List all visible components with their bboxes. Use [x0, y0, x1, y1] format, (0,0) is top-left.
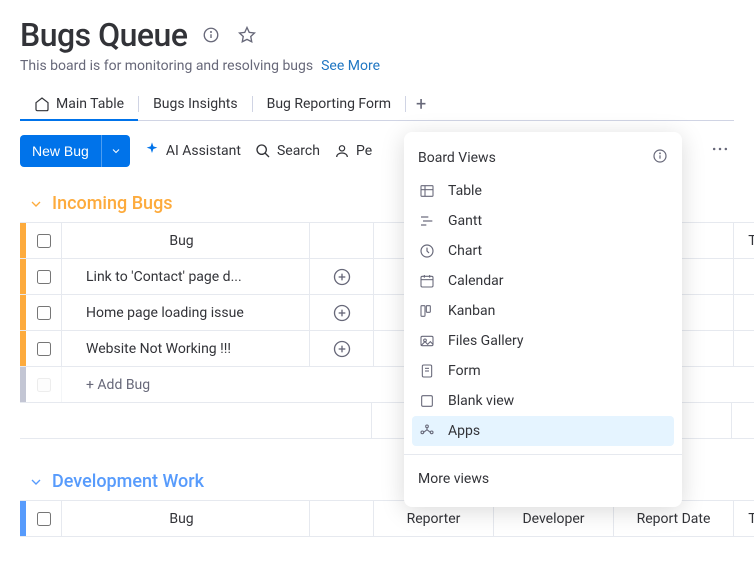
info-icon[interactable] [652, 148, 668, 168]
more-views-button[interactable]: More views [404, 463, 682, 495]
column-header-time[interactable]: Time [734, 501, 754, 536]
table-icon [418, 183, 436, 199]
chat-icon[interactable] [310, 259, 374, 294]
board-views-popover: Board Views Table Gantt Chart Calendar K… [404, 132, 682, 507]
files-icon [418, 333, 436, 349]
separator [404, 454, 682, 455]
gantt-icon [418, 213, 436, 229]
checkbox-all[interactable] [26, 501, 62, 536]
item-name-cell[interactable]: Website Not Working !!! [62, 331, 310, 366]
column-header-bug[interactable]: Bug [62, 501, 310, 536]
column-header-chat[interactable] [310, 223, 374, 258]
chat-icon[interactable] [310, 295, 374, 330]
person-filter-button[interactable]: Pe [334, 143, 372, 159]
info-icon[interactable] [199, 23, 223, 47]
more-options-button[interactable] [706, 135, 734, 167]
tab-bugs-insights[interactable]: Bugs Insights [139, 88, 252, 120]
chevron-down-icon [28, 474, 44, 490]
search-button[interactable]: Search [255, 143, 320, 159]
view-option-kanban[interactable]: Kanban [404, 296, 682, 326]
row-checkbox [26, 367, 62, 402]
chevron-down-icon [110, 145, 122, 157]
new-bug-button[interactable]: New Bug [20, 135, 101, 167]
chat-icon[interactable] [310, 331, 374, 366]
dots-horizontal-icon [710, 139, 730, 159]
view-option-form[interactable]: Form [404, 356, 682, 386]
row-checkbox[interactable] [26, 331, 62, 366]
view-option-apps[interactable]: Apps [412, 416, 674, 446]
view-option-blank-view[interactable]: Blank view [404, 386, 682, 416]
sparkle-icon [144, 141, 160, 161]
search-icon [255, 143, 271, 159]
item-name-cell[interactable]: Link to 'Contact' page d... [62, 259, 310, 294]
view-option-gantt[interactable]: Gantt [404, 206, 682, 236]
page-title: Bugs Queue [20, 16, 187, 54]
view-option-files-gallery[interactable]: Files Gallery [404, 326, 682, 356]
checkbox-all[interactable] [26, 223, 62, 258]
star-icon[interactable] [235, 23, 259, 47]
tab-bug-reporting-form[interactable]: Bug Reporting Form [253, 88, 405, 120]
row-checkbox[interactable] [26, 259, 62, 294]
blank-icon [418, 393, 436, 409]
new-bug-dropdown[interactable] [101, 135, 130, 167]
apps-icon [418, 423, 436, 439]
column-header-bug[interactable]: Bug [62, 223, 310, 258]
chevron-down-icon [28, 196, 44, 212]
see-more-link[interactable]: See More [321, 58, 380, 74]
popover-title: Board Views [418, 150, 496, 166]
view-option-table[interactable]: Table [404, 176, 682, 206]
column-header-chat[interactable] [310, 501, 374, 536]
ai-assistant-button[interactable]: AI Assistant [144, 141, 241, 161]
person-icon [334, 143, 350, 159]
column-header-time[interactable]: Time [734, 223, 754, 258]
item-name-cell[interactable]: Home page loading issue [62, 295, 310, 330]
add-bug-input[interactable]: + Add Bug [62, 367, 310, 402]
tab-main-table[interactable]: Main Table [20, 88, 138, 120]
home-icon [34, 96, 50, 112]
row-checkbox[interactable] [26, 295, 62, 330]
add-view-button[interactable]: + [406, 90, 436, 119]
chart-icon [418, 243, 436, 259]
view-option-chart[interactable]: Chart [404, 236, 682, 266]
view-option-calendar[interactable]: Calendar [404, 266, 682, 296]
board-description: This board is for monitoring and resolvi… [20, 58, 313, 74]
calendar-icon [418, 273, 436, 289]
form-icon [418, 363, 436, 379]
kanban-icon [418, 303, 436, 319]
